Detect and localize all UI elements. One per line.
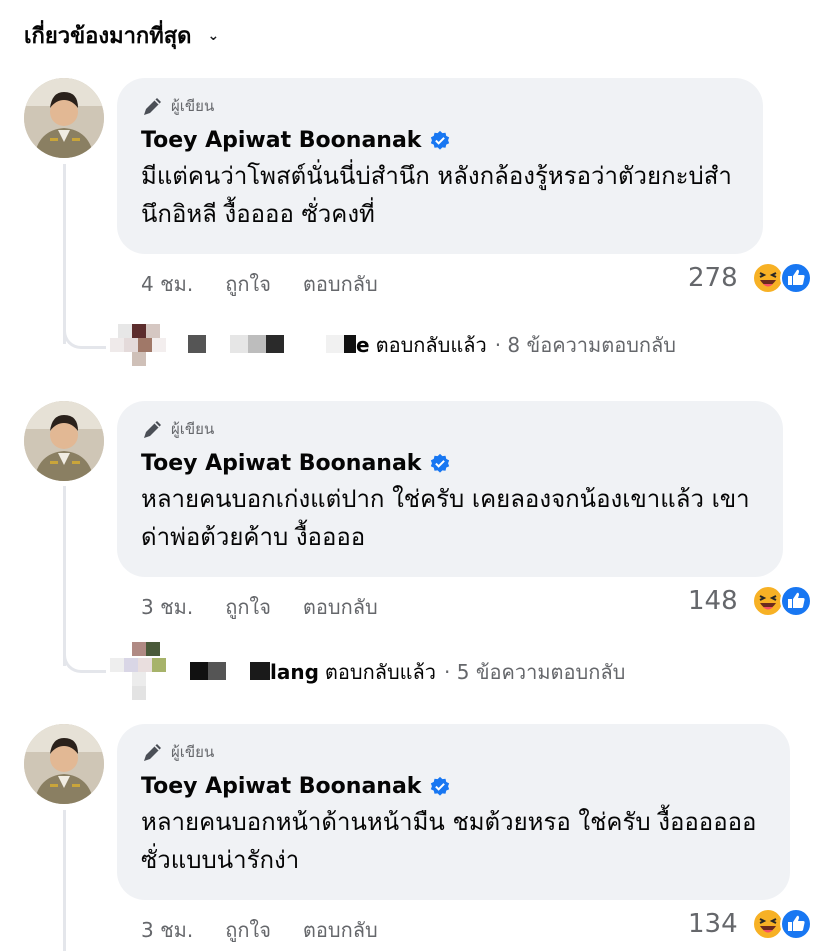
author-badge: ผู้เขียน xyxy=(141,94,739,118)
comment-actions: 3 ชม. ถูกใจ ตอบกลับ xyxy=(141,914,378,946)
comment-text: มีแต่คนว่าโพสต์นั่นนี่บ่สำนึก หลังกล้องร… xyxy=(141,162,732,228)
pencil-icon xyxy=(144,421,161,438)
comment-actions: 3 ชม. ถูกใจ ตอบกลับ xyxy=(141,591,378,623)
comment-timestamp[interactable]: 4 ชม. xyxy=(141,268,193,300)
author-avatar[interactable] xyxy=(24,401,104,481)
reply-count: · 8 ข้อความตอบกลับ xyxy=(494,333,676,357)
reply-button[interactable]: ตอบกลับ xyxy=(303,591,378,623)
reply-name-pixelated xyxy=(188,335,356,353)
reply-action: ตอบกลับแล้ว xyxy=(324,660,437,684)
reaction-count: 134 xyxy=(688,909,738,939)
reply-button[interactable]: ตอบกลับ xyxy=(303,914,378,946)
author-badge-label: ผู้เขียน xyxy=(171,420,215,438)
pencil-icon xyxy=(144,744,161,761)
like-button[interactable]: ถูกใจ xyxy=(225,268,271,300)
reaction-count: 278 xyxy=(688,263,738,293)
reply-author-name: e xyxy=(356,333,370,357)
view-replies-link[interactable]: lang ตอบกลับแล้ว · 5 ข้อความตอบกลับ xyxy=(110,642,625,702)
comment-text: หลายคนบอกเก่งแต่ปาก ใช่ครับ เคยลองจกน้อง… xyxy=(141,485,750,551)
comment-text: หลายคนบอกหน้าด้านหน้ามืน ชมต้วยหรอ ใช่คร… xyxy=(141,808,757,874)
reply-button[interactable]: ตอบกลับ xyxy=(303,268,378,300)
like-reaction-icon xyxy=(779,908,812,940)
comment-timestamp[interactable]: 3 ชม. xyxy=(141,914,193,946)
verified-badge-icon xyxy=(431,453,450,473)
reply-count: · 5 ข้อความตอบกลับ xyxy=(444,660,626,684)
thread-line xyxy=(63,810,66,951)
comment-author-name[interactable]: Toey Apiwat Boonanak xyxy=(141,128,421,153)
author-badge-label: ผู้เขียน xyxy=(171,743,215,761)
reply-author-name: lang xyxy=(270,660,319,684)
avatar-image xyxy=(24,724,104,804)
haha-reaction-icon xyxy=(751,585,784,617)
author-avatar[interactable] xyxy=(24,78,104,158)
author-badge: ผู้เขียน xyxy=(141,740,766,764)
thread-connector xyxy=(63,300,106,349)
reply-action: ตอบกลับแล้ว xyxy=(375,333,487,357)
like-reaction-icon xyxy=(779,585,812,617)
reply-avatar-pixelated xyxy=(110,324,166,366)
reaction-summary[interactable]: 278 xyxy=(688,262,812,294)
author-badge-label: ผู้เขียน xyxy=(171,97,215,115)
verified-badge-icon xyxy=(431,130,450,150)
like-button[interactable]: ถูกใจ xyxy=(225,914,271,946)
comment-author-name[interactable]: Toey Apiwat Boonanak xyxy=(141,774,421,799)
avatar-image xyxy=(24,78,104,158)
like-button[interactable]: ถูกใจ xyxy=(225,591,271,623)
comment-bubble: ผู้เขียน Toey Apiwat Boonanak มีแต่คนว่า… xyxy=(117,78,763,254)
thread-connector xyxy=(63,624,106,673)
reaction-summary[interactable]: 148 xyxy=(688,585,812,617)
like-reaction-icon xyxy=(779,262,812,294)
haha-reaction-icon xyxy=(751,908,784,940)
pencil-icon xyxy=(144,98,161,115)
comment-bubble: ผู้เขียน Toey Apiwat Boonanak หลายคนบอกเ… xyxy=(117,401,783,577)
avatar-image xyxy=(24,401,104,481)
comment-timestamp[interactable]: 3 ชม. xyxy=(141,591,193,623)
author-avatar[interactable] xyxy=(24,724,104,804)
reply-name-pixelated xyxy=(190,662,270,680)
author-badge: ผู้เขียน xyxy=(141,417,759,441)
sort-label: เกี่ยวข้องมากที่สุด xyxy=(24,24,192,49)
haha-reaction-icon xyxy=(751,262,784,294)
verified-badge-icon xyxy=(431,776,450,796)
chevron-down-icon: ⌄ xyxy=(207,27,220,44)
reaction-count: 148 xyxy=(688,586,738,616)
comment-author-name[interactable]: Toey Apiwat Boonanak xyxy=(141,451,421,476)
comment-bubble: ผู้เขียน Toey Apiwat Boonanak หลายคนบอกห… xyxy=(117,724,790,900)
sort-dropdown[interactable]: เกี่ยวข้องมากที่สุด ⌄ xyxy=(24,18,219,53)
view-replies-link[interactable]: e ตอบกลับแล้ว · 8 ข้อความตอบกลับ xyxy=(110,322,676,368)
comment-actions: 4 ชม. ถูกใจ ตอบกลับ xyxy=(141,268,378,300)
reply-avatar-pixelated xyxy=(110,642,166,700)
reaction-summary[interactable]: 134 xyxy=(688,908,812,940)
